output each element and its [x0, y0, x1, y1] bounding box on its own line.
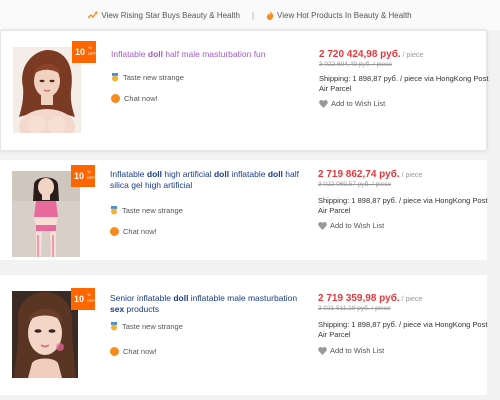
price: 2 719 862,74 руб. / piece	[318, 169, 422, 180]
title-keyword: doll	[213, 169, 230, 179]
store-name: Taste new strange	[123, 73, 184, 82]
product-image[interactable]	[12, 291, 78, 378]
badge-suffix: % OFF	[88, 45, 96, 56]
trend-icon	[88, 11, 98, 19]
title-part: Inflatable	[110, 169, 147, 179]
price-unit: / piece	[399, 296, 423, 303]
shipping-info: Shipping: 1 898,87 руб. / piece via Hong…	[319, 74, 489, 93]
price-unit: / piece	[400, 52, 424, 59]
rising-star-link[interactable]: View Rising Star Buys Beauty & Health	[88, 11, 240, 20]
medal-icon	[110, 322, 118, 331]
title-part: products	[124, 304, 160, 314]
store-taste-row[interactable]: Taste new strange	[110, 322, 183, 331]
product-title[interactable]: Inflatable doll high artificial doll inf…	[110, 169, 305, 191]
old-price: 3 022 694,49 руб. / piece	[319, 61, 393, 68]
product-card: 10% OFF Inflatable doll half male mastur…	[0, 30, 489, 151]
discount-badge: 10% OFF	[71, 165, 95, 187]
chat-icon	[110, 347, 119, 356]
title-keyword: doll	[146, 169, 162, 179]
wishlist-label: Add to Wish List	[330, 221, 385, 230]
store-taste-row[interactable]: Taste new strange	[111, 73, 184, 82]
badge-suffix: % OFF	[87, 292, 95, 303]
product-card: 10% OFF Inflatable doll high artificial …	[0, 160, 487, 260]
product-image[interactable]	[12, 171, 80, 257]
store-name: Taste new strange	[122, 322, 183, 331]
badge-suffix: % OFF	[87, 169, 95, 180]
add-to-wishlist-link[interactable]: Add to Wish List	[318, 221, 384, 230]
title-keyword: doll	[173, 293, 189, 303]
old-price: 3 022 069,57 руб. / piece	[318, 181, 392, 188]
fire-icon	[266, 10, 274, 20]
chat-now-link[interactable]: Chat now!	[111, 94, 158, 103]
old-price: 3 021 511,19 руб. / piece	[318, 305, 391, 312]
medal-icon	[111, 73, 119, 82]
title-part: Inflatable	[111, 49, 148, 59]
title-part: high artificial	[161, 169, 214, 179]
chat-label: Chat now!	[124, 94, 158, 103]
price: 2 720 424,98 руб. / piece	[319, 49, 423, 60]
title-part: half male masturbation fun	[162, 49, 266, 59]
rising-star-label: View Rising Star Buys Beauty & Health	[101, 10, 240, 20]
hot-products-label: View Hot Products In Beauty & Health	[277, 10, 412, 20]
price: 2 719 359,98 руб. / piece	[318, 293, 422, 304]
product-card: 10% OFF Senior inflatable doll inflatabl…	[0, 275, 487, 395]
discount-badge: 10% OFF	[72, 41, 96, 63]
price-value: 2 720 424,98 руб.	[319, 49, 401, 60]
chat-now-link[interactable]: Chat now!	[110, 227, 157, 236]
price-value: 2 719 359,98 руб.	[318, 293, 400, 304]
title-keyword: doll	[267, 169, 283, 179]
heart-icon	[318, 221, 327, 230]
separator: |	[251, 10, 255, 20]
medal-icon	[110, 206, 118, 215]
title-keyword: sex	[110, 304, 125, 314]
badge-percent: 10	[75, 47, 86, 57]
chat-label: Chat now!	[123, 347, 157, 356]
heart-icon	[318, 346, 327, 355]
store-name: Taste new strange	[122, 206, 183, 215]
add-to-wishlist-link[interactable]: Add to Wish List	[319, 99, 385, 108]
title-part: Senior inflatable	[110, 293, 174, 303]
shipping-info: Shipping: 1 898,87 руб. / piece via Hong…	[318, 320, 488, 339]
wishlist-label: Add to Wish List	[331, 99, 386, 108]
chat-icon	[111, 94, 120, 103]
title-part: inflatable male masturbation	[188, 293, 298, 303]
price-value: 2 719 862,74 руб.	[318, 169, 400, 180]
hot-products-link[interactable]: View Hot Products In Beauty & Health	[266, 10, 412, 20]
chat-now-link[interactable]: Chat now!	[110, 347, 157, 356]
store-taste-row[interactable]: Taste new strange	[110, 206, 183, 215]
product-title[interactable]: Senior inflatable doll inflatable male m…	[110, 293, 305, 315]
discount-badge: 10% OFF	[71, 288, 95, 310]
product-image[interactable]	[13, 47, 81, 133]
heart-icon	[319, 99, 328, 108]
price-unit: / piece	[399, 172, 423, 179]
badge-percent: 10	[74, 294, 85, 304]
title-keyword: doll	[147, 49, 163, 59]
title-part: inflatable	[229, 169, 268, 179]
add-to-wishlist-link[interactable]: Add to Wish List	[318, 346, 384, 355]
badge-percent: 10	[74, 171, 85, 181]
chat-label: Chat now!	[123, 227, 157, 236]
chat-icon	[110, 227, 119, 236]
related-links-bar: View Rising Star Buys Beauty & Health | …	[0, 0, 500, 30]
shipping-info: Shipping: 1 898,87 руб. / piece via Hong…	[318, 196, 488, 215]
product-title[interactable]: Inflatable doll half male masturbation f…	[111, 49, 306, 60]
wishlist-label: Add to Wish List	[330, 346, 385, 355]
